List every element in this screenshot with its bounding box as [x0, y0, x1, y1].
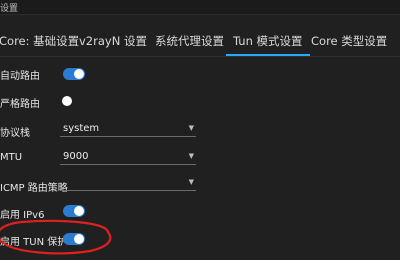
settings-window: 设置 Core: 基础设置 v2rayN 设置 系统代理设置 Tun 模式设置 … [0, 0, 400, 260]
auto-route-toggle[interactable] [63, 68, 85, 80]
select-underline [60, 136, 196, 137]
tun-protect-toggle[interactable] [63, 233, 85, 245]
tab-v2rayn[interactable]: v2rayN 设置 [79, 32, 147, 56]
icmp-label: ICMP 路由策略 [0, 183, 68, 194]
mtu-label: MTU [0, 152, 23, 163]
select-underline [60, 164, 196, 165]
tab-label: Core 类型设置 [311, 34, 388, 48]
strict-route-toggle[interactable] [61, 95, 83, 107]
ipv6-toggle[interactable] [63, 205, 85, 217]
tab-core-type[interactable]: Core 类型设置 [311, 32, 387, 56]
auto-route-label: 自动路由 [0, 71, 40, 82]
toggle-knob [74, 69, 84, 79]
ipv6-label: 启用 IPv6 [0, 210, 45, 221]
tab-tun-mode[interactable]: Tun 模式设置 [226, 32, 310, 56]
chevron-down-icon: ▼ [188, 152, 194, 160]
tab-bar: Core: 基础设置 v2rayN 设置 系统代理设置 Tun 模式设置 Cor… [0, 32, 400, 56]
stack-select[interactable]: system ▼ [60, 123, 196, 137]
tun-protect-label: 启用 TUN 保护 [0, 237, 68, 248]
tab-divider [0, 56, 400, 57]
toggle-knob [74, 206, 84, 216]
tab-system-proxy[interactable]: 系统代理设置 [155, 32, 224, 56]
tab-label: 系统代理设置 [155, 34, 224, 48]
stack-select-value: system [63, 123, 100, 134]
chevron-down-icon: ▼ [188, 178, 194, 186]
select-underline [60, 190, 196, 191]
mtu-select-value: 9000 [63, 151, 89, 162]
toggle-knob [74, 234, 84, 244]
tab-label: Core: 基础设置 [0, 34, 80, 48]
mtu-select[interactable]: 9000 ▼ [60, 151, 196, 165]
toggle-knob [62, 96, 72, 106]
icmp-select[interactable]: ▼ [60, 177, 196, 191]
title-bar: 设置 [0, 0, 400, 15]
tab-core-basic[interactable]: Core: 基础设置 [0, 32, 79, 56]
tab-label: Tun 模式设置 [233, 34, 303, 48]
chevron-down-icon: ▼ [188, 124, 194, 132]
stack-label: 协议栈 [0, 128, 30, 139]
window-title: 设置 [0, 4, 19, 14]
strict-route-label: 严格路由 [0, 99, 40, 110]
tab-label: v2rayN 设置 [79, 34, 147, 48]
